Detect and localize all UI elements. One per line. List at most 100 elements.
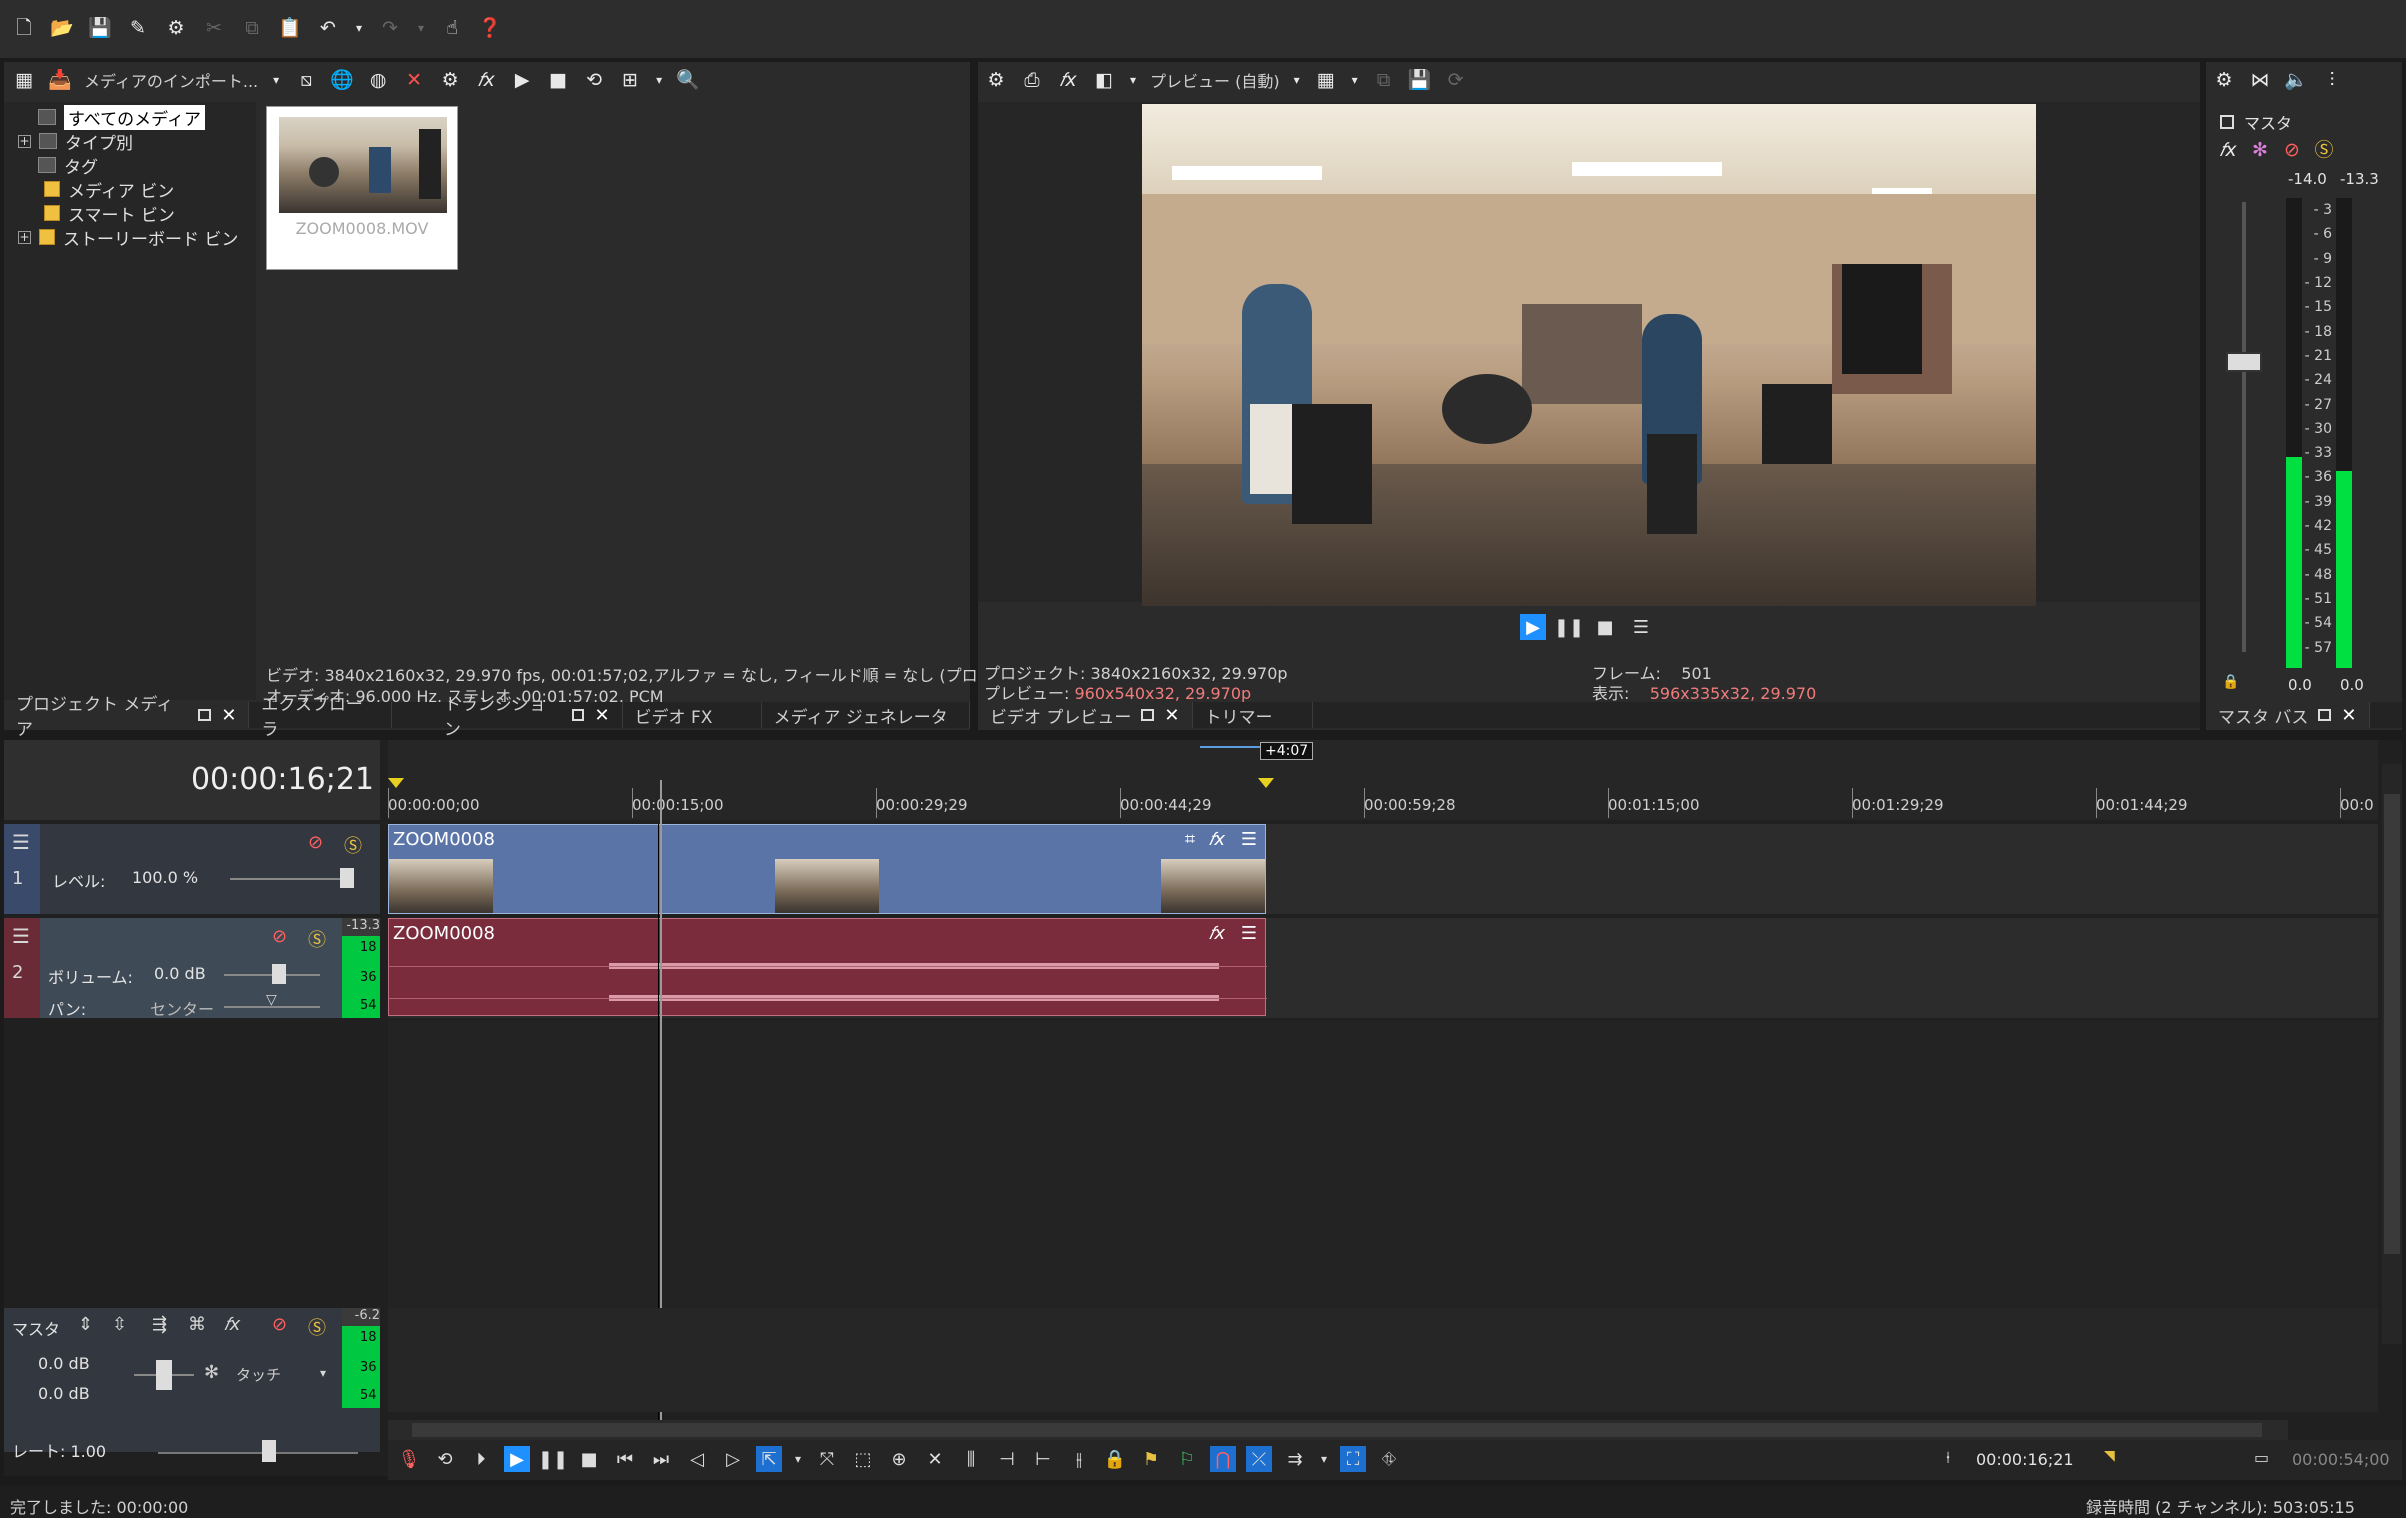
media-view-icon[interactable]: ▦ [12, 68, 36, 92]
horizontal-scrollbar[interactable] [388, 1420, 2288, 1440]
track-solo-icon[interactable]: Ⓢ [308, 926, 326, 952]
preview-stop-icon[interactable]: ■ [1592, 614, 1618, 640]
overlays-icon[interactable]: ▦ [1314, 68, 1338, 92]
zoom-tool-icon[interactable]: ⊕ [886, 1446, 912, 1472]
insert-region-icon[interactable]: ⚐ [1174, 1446, 1200, 1472]
get-media-icon[interactable]: 🌐 [330, 68, 354, 92]
automation-settings-icon[interactable]: ⌘ [188, 1314, 206, 1335]
loop-start-marker[interactable] [388, 778, 404, 788]
track-mute-icon[interactable]: ⊘ [272, 1314, 287, 1335]
preview-play-icon[interactable]: ▶ [1520, 614, 1546, 640]
audio-track-lane[interactable]: ZOOM0008 𝑓x ☰ [388, 918, 2378, 1018]
loop-icon[interactable]: ⟳ [1444, 68, 1468, 92]
render-icon[interactable]: ✎ [126, 16, 150, 40]
close-icon[interactable]: ✕ [1164, 705, 1179, 726]
clip-menu-icon[interactable]: ☰ [1241, 829, 1257, 850]
fx-icon[interactable]: 𝑓x [474, 68, 498, 92]
prev-frame-icon[interactable]: ◁ [684, 1446, 710, 1472]
rate-slider-handle[interactable] [262, 1440, 276, 1462]
clip-menu-icon[interactable]: ☰ [1241, 923, 1257, 944]
go-to-end-icon[interactable]: ⏭ [648, 1446, 674, 1472]
open-icon[interactable]: 📂 [50, 16, 74, 40]
scroll-thumb[interactable] [2384, 794, 2400, 1254]
lock-envelopes-icon[interactable]: ⛶ [1340, 1446, 1366, 1472]
video-track-lane[interactable]: ZOOM0008 ⌗ 𝑓x ☰ [388, 824, 2378, 914]
insert-marker-icon[interactable]: ⚑ [1138, 1446, 1164, 1472]
tab-trimmer[interactable]: トリマー [1193, 702, 1313, 728]
master-fader-track[interactable] [2242, 202, 2246, 652]
auto-preview-icon[interactable]: ⟲ [582, 68, 606, 92]
empty-track-area[interactable] [388, 1020, 2378, 1344]
views-icon[interactable]: ⊞ [618, 68, 642, 92]
close-icon[interactable]: ✕ [221, 705, 236, 726]
tree-item-smart-bin[interactable]: スマート ビン [44, 202, 175, 226]
master-fx-icon[interactable]: 𝑓x [2216, 138, 2240, 162]
pan-slider-handle[interactable]: ▽ [266, 992, 277, 1008]
import-dropdown-icon[interactable]: ▾ [270, 68, 282, 92]
expand-icon[interactable]: + [18, 134, 31, 148]
stop-icon[interactable]: ■ [576, 1446, 602, 1472]
globe-icon[interactable]: ◍ [366, 68, 390, 92]
tree-item-by-type[interactable]: + タイプ別 [18, 130, 133, 154]
tab-master-bus[interactable]: マスタ バス ✕ [2206, 702, 2370, 728]
close-icon[interactable]: ✕ [2341, 705, 2356, 726]
split-dropdown-icon[interactable]: ▾ [1128, 68, 1138, 92]
whats-this-icon[interactable]: ❓ [478, 16, 502, 40]
rate-slider[interactable] [158, 1452, 358, 1454]
views-dropdown-icon[interactable]: ▾ [654, 68, 664, 92]
import-media-icon[interactable]: 📥 [48, 68, 72, 92]
tree-item-storyboard-bin[interactable]: + ストーリーボード ビン [18, 226, 238, 250]
tab-project-media[interactable]: プロジェクト メディア ✕ [4, 695, 250, 740]
loop-playback-icon[interactable]: ⟲ [432, 1446, 458, 1472]
level-slider-track[interactable] [230, 878, 354, 880]
play-icon[interactable]: ▶ [504, 1446, 530, 1472]
tab-media-generators[interactable]: メディア ジェネレータ [762, 702, 970, 728]
ripple-edit-icon[interactable]: ⇉ [1282, 1446, 1308, 1472]
loop-end-marker[interactable] [1258, 778, 1274, 788]
video-fx-icon[interactable]: 𝑓x [1056, 68, 1080, 92]
dock-icon[interactable] [571, 709, 585, 721]
device-icon[interactable]: ⎙ [1020, 68, 1044, 92]
master-track-fx-icon[interactable]: 𝑓x [224, 1314, 240, 1335]
tree-item-all-media[interactable]: すべてのメディア [38, 104, 205, 130]
split-screen-icon[interactable]: ◧ [1092, 68, 1116, 92]
marker-label[interactable]: +4:07 [1260, 742, 1314, 760]
selection-end-time[interactable]: 00:00:54;00 [2292, 1450, 2390, 1469]
import-media-button[interactable]: メディアのインポート... [84, 68, 258, 92]
tree-item-tags[interactable]: タグ [38, 154, 98, 178]
play-preview-icon[interactable]: ▶ [510, 68, 534, 92]
dim-output-icon[interactable]: 🔈 [2284, 68, 2308, 92]
go-to-start-icon[interactable]: ⏮ [612, 1446, 638, 1472]
tab-video-preview[interactable]: ビデオ プレビュー ✕ [978, 702, 1193, 728]
properties-icon[interactable]: ⚙ [164, 16, 188, 40]
audio-track-header[interactable]: ☰ 2 ⊘ Ⓢ ボリューム: 0.0 dB パン: センター ▽ -13.3 1… [4, 918, 380, 1019]
cut-icon[interactable]: ✂ [202, 16, 226, 40]
ripple-dropdown-icon[interactable]: ▾ [1318, 1446, 1330, 1472]
delete-icon[interactable]: ✕ [922, 1446, 948, 1472]
dock-icon[interactable] [2318, 709, 2332, 721]
track-mute-icon[interactable]: ⊘ [308, 832, 323, 853]
selection-tool-icon[interactable]: ⬚ [850, 1446, 876, 1472]
normal-edit-tool-icon[interactable]: ⇱ [756, 1446, 782, 1472]
automation-mode[interactable]: タッチ [236, 1364, 281, 1385]
undo-icon[interactable]: ↶ [316, 16, 340, 40]
cursor-time[interactable]: 00:00:16;21 [1976, 1450, 2074, 1469]
automation-icon[interactable]: ✻ [2248, 138, 2272, 162]
media-thumbnail-card[interactable]: ZOOM0008.MOV [266, 106, 458, 270]
audio-clip[interactable]: ZOOM0008 𝑓x ☰ [388, 918, 1267, 1016]
lock-icon[interactable]: 🔒 [2222, 674, 2239, 690]
paste-icon[interactable]: 📋 [278, 16, 302, 40]
envelope-tool-icon[interactable]: ⤧ [814, 1446, 840, 1472]
preview-quality-dropdown[interactable]: プレビュー (自動) [1150, 68, 1280, 92]
undo-dropdown-icon[interactable]: ▾ [354, 16, 364, 40]
trim-icon[interactable]: ⫼ [958, 1446, 984, 1472]
master-track-lane[interactable] [388, 1308, 2378, 1412]
search-icon[interactable]: 🔍 [676, 68, 700, 92]
video-clip[interactable]: ZOOM0008 ⌗ 𝑓x ☰ [388, 824, 1266, 914]
ignore-grouping-icon[interactable]: ⛗ [1376, 1446, 1402, 1472]
expand-icon[interactable]: + [18, 230, 31, 244]
volume-slider-handle[interactable] [272, 964, 286, 984]
master-checkbox-icon[interactable] [2220, 115, 2234, 129]
trim-end-icon[interactable]: ⊢ [1030, 1446, 1056, 1472]
mute-icon[interactable]: ⊘ [2280, 138, 2304, 162]
